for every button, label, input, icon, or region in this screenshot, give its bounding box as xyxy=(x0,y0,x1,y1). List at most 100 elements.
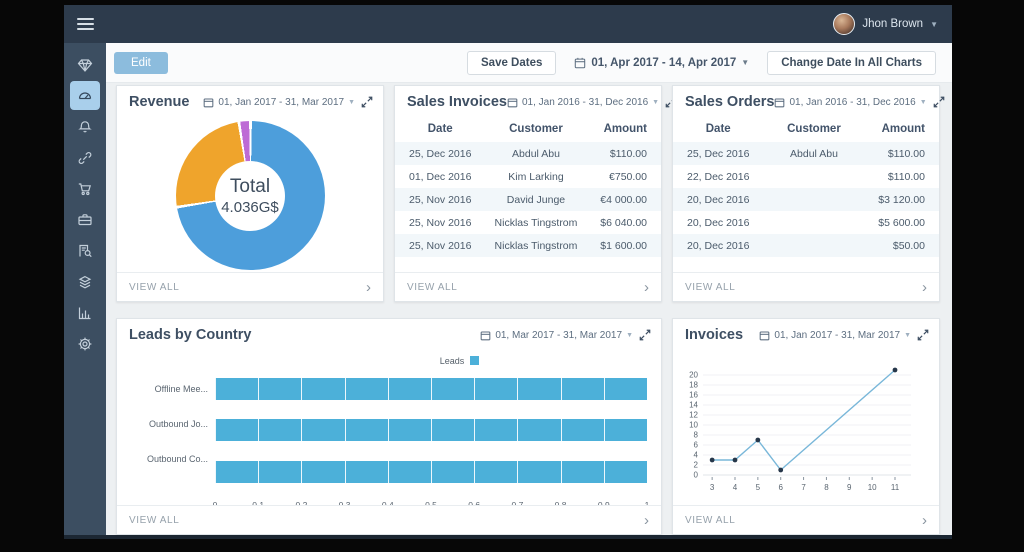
x-tick-label: 8 xyxy=(824,483,829,492)
card-date-range-picker[interactable]: 01, Mar 2017 - 31, Mar 2017▼ xyxy=(480,330,633,341)
cell-customer: Kim Larking xyxy=(485,165,586,188)
user-name: Jhon Brown xyxy=(862,18,923,30)
view-all-button[interactable]: VIEW ALL› xyxy=(673,505,939,534)
bar xyxy=(215,461,647,483)
card-date-range-picker[interactable]: 01, Jan 2017 - 31, Mar 2017▼ xyxy=(759,330,911,341)
table-row: 25, Nov 2016Nicklas Tingstrom$1 600.00 xyxy=(395,234,661,257)
cell-date: 25, Nov 2016 xyxy=(395,188,485,211)
sidebar-item-briefcase[interactable] xyxy=(70,205,100,234)
gear-icon xyxy=(77,336,93,352)
cell-customer xyxy=(763,188,864,211)
cell-date: 20, Dec 2016 xyxy=(673,211,763,234)
cell-date: 20, Dec 2016 xyxy=(673,188,763,211)
card-sales-orders: Sales Orders 01, Jan 2016 - 31, Dec 2016… xyxy=(672,85,940,302)
sidebar-item-layers[interactable] xyxy=(70,267,100,296)
bell-icon xyxy=(77,119,93,135)
cell-customer xyxy=(763,165,864,188)
cell-customer: Nicklas Tingstrom xyxy=(485,211,586,234)
y-tick-label: 14 xyxy=(689,401,698,410)
sidebar-item-bar-chart[interactable] xyxy=(70,298,100,327)
table-row: 25, Nov 2016David Junge€4 000.00 xyxy=(395,188,661,211)
x-tick-label: 4 xyxy=(733,483,738,492)
view-all-button[interactable]: VIEW ALL› xyxy=(117,272,383,301)
table-row: 01, Dec 2016Kim Larking€750.00 xyxy=(395,165,661,188)
table-row: 20, Dec 2016 $5 600.00 xyxy=(673,211,939,234)
sidebar xyxy=(64,43,106,535)
card-leads-by-country: Leads by Country 01, Mar 2017 - 31, Mar … xyxy=(116,318,662,535)
table-row: 25, Nov 2016Nicklas Tingstrom$6 040.00 xyxy=(395,211,661,234)
table-row: 25, Dec 2016Abdul Abu$110.00 xyxy=(673,142,939,165)
sidebar-item-dashboard[interactable] xyxy=(70,81,100,110)
x-tick-label: 9 xyxy=(847,483,852,492)
calendar-icon xyxy=(774,97,785,108)
cell-date: 22, Dec 2016 xyxy=(673,165,763,188)
x-tick-label: 11 xyxy=(891,483,900,492)
calendar-icon xyxy=(574,57,586,69)
cell-amount: $5 600.00 xyxy=(865,211,939,234)
cell-date: 25, Nov 2016 xyxy=(395,211,485,234)
sidebar-item-bell[interactable] xyxy=(70,112,100,141)
sidebar-item-gear[interactable] xyxy=(70,329,100,358)
y-tick-label: 6 xyxy=(694,441,699,450)
expand-icon[interactable] xyxy=(639,329,651,341)
x-tick-label: 10 xyxy=(868,483,877,492)
x-tick-label: 6 xyxy=(778,483,783,492)
chart-legend: Leads xyxy=(272,353,647,368)
change-date-all-charts-button[interactable]: Change Date In All Charts xyxy=(767,51,936,75)
view-all-button[interactable]: VIEW ALL› xyxy=(673,272,939,301)
card-date-range-picker[interactable]: 01, Jan 2016 - 31, Dec 2016▼ xyxy=(507,97,659,108)
link-icon xyxy=(77,150,93,166)
x-tick-label: 3 xyxy=(710,483,715,492)
y-tick-label: 4 xyxy=(694,451,699,460)
save-dates-button[interactable]: Save Dates xyxy=(467,51,556,75)
chevron-right-icon: › xyxy=(644,280,649,295)
expand-icon[interactable] xyxy=(933,96,945,108)
x-tick-label: 5 xyxy=(756,483,761,492)
column-header: Date xyxy=(673,118,763,142)
edit-button[interactable]: Edit xyxy=(114,52,168,74)
cell-date: 25, Nov 2016 xyxy=(395,234,485,257)
donut-total-value: 4.036G$ xyxy=(221,199,279,216)
cell-amount: $6 040.00 xyxy=(587,211,661,234)
calendar-icon xyxy=(507,97,518,108)
table-row: 22, Dec 2016$110.00 xyxy=(673,165,939,188)
y-tick-label: 20 xyxy=(689,371,698,380)
menu-toggle-icon[interactable] xyxy=(64,18,106,30)
sales-orders-table: DateCustomerAmount25, Dec 2016Abdul Abu$… xyxy=(673,118,939,257)
expand-icon[interactable] xyxy=(361,96,373,108)
sidebar-item-gem[interactable] xyxy=(70,50,100,79)
sidebar-item-link[interactable] xyxy=(70,143,100,172)
cell-amount: $110.00 xyxy=(865,142,939,165)
sidebar-item-cart[interactable] xyxy=(70,174,100,203)
avatar xyxy=(833,13,855,35)
expand-icon[interactable] xyxy=(917,329,929,341)
cell-amount: $50.00 xyxy=(865,234,939,257)
data-point xyxy=(710,458,715,463)
view-all-button[interactable]: VIEW ALL› xyxy=(395,272,661,301)
app-window: Jhon Brown ▼ Edit Save Dates 01, Apr 201… xyxy=(64,5,952,539)
bar-category-label: Offline Mee... xyxy=(127,371,215,406)
card-invoices: Invoices 01, Jan 2017 - 31, Mar 2017▼ 02… xyxy=(672,318,940,535)
gem-icon xyxy=(77,57,93,73)
cell-customer: Nicklas Tingstrom xyxy=(485,234,586,257)
user-menu[interactable]: Jhon Brown ▼ xyxy=(833,13,952,35)
sidebar-item-doc-search[interactable] xyxy=(70,236,100,265)
card-title: Invoices xyxy=(685,327,743,343)
global-date-range-picker[interactable]: 01, Apr 2017 - 14, Apr 2017 ▼ xyxy=(574,57,749,69)
calendar-icon xyxy=(480,330,491,341)
doc-search-icon xyxy=(77,243,93,259)
bar-chart-icon xyxy=(77,305,93,321)
card-title: Leads by Country xyxy=(129,327,251,343)
dashboard-icon xyxy=(77,88,93,104)
global-date-range-label: 01, Apr 2017 - 14, Apr 2017 xyxy=(591,57,736,69)
card-sales-invoices: Sales Invoices 01, Jan 2016 - 31, Dec 20… xyxy=(394,85,662,302)
y-tick-label: 16 xyxy=(689,391,698,400)
sales-invoices-table: DateCustomerAmount25, Dec 2016Abdul Abu$… xyxy=(395,118,661,257)
view-all-button[interactable]: VIEW ALL› xyxy=(117,505,661,534)
card-date-range-picker[interactable]: 01, Jan 2017 - 31, Mar 2017▼ xyxy=(203,97,355,108)
column-header: Customer xyxy=(763,118,864,142)
cell-amount: $110.00 xyxy=(587,142,661,165)
top-navbar: Jhon Brown ▼ xyxy=(64,5,952,43)
cell-customer: Abdul Abu xyxy=(763,142,864,165)
card-date-range-picker[interactable]: 01, Jan 2016 - 31, Dec 2016▼ xyxy=(774,97,926,108)
